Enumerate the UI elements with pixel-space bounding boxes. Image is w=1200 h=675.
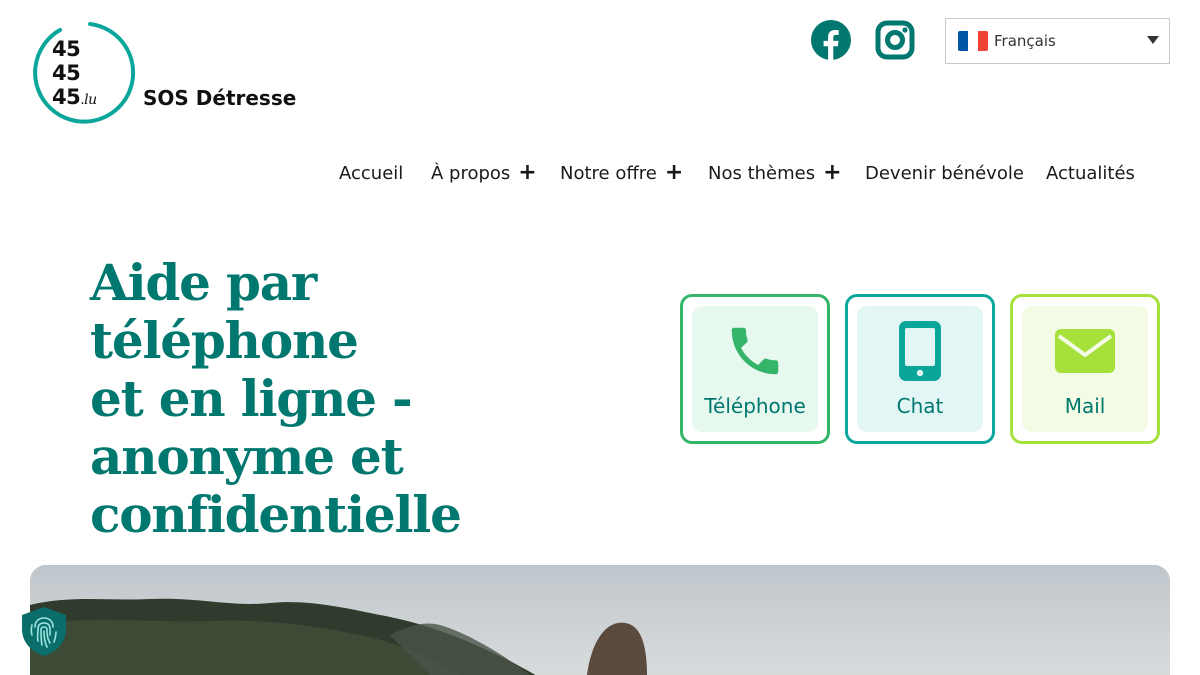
logo-numbers: 45 45 45.lu <box>52 37 97 112</box>
nav-item-actualites[interactable]: Actualités <box>1046 160 1135 186</box>
nav-item-label: À propos <box>431 162 511 184</box>
site-logo[interactable]: 45 45 45.lu SOS Détresse <box>30 20 296 126</box>
caret-down-icon <box>1147 36 1159 44</box>
phone-icon <box>723 319 787 383</box>
telephone-card-label: Téléphone <box>704 394 806 418</box>
nav-item-notre-offre[interactable]: Notre offre + <box>560 160 683 186</box>
chat-card[interactable]: Chat <box>845 294 995 444</box>
telephone-card[interactable]: Téléphone <box>680 294 830 444</box>
plus-icon[interactable]: + <box>518 162 536 184</box>
page-title-line: Aide par téléphone <box>90 253 359 370</box>
plus-icon[interactable]: + <box>665 162 683 184</box>
page-title-line: anonyme et <box>90 427 404 486</box>
page-title: Aide par téléphone et en ligne - anonyme… <box>90 254 560 544</box>
nav-item-nos-themes[interactable]: Nos thèmes + <box>708 160 842 186</box>
logo-number-line: 45.lu <box>52 85 97 109</box>
facebook-icon[interactable] <box>811 20 851 60</box>
logo-name: SOS Détresse <box>143 86 297 110</box>
smartphone-icon <box>888 319 952 383</box>
nav-item-label: Accueil <box>339 162 404 184</box>
chat-card-label: Chat <box>896 394 944 418</box>
nav-item-label: Devenir bénévole <box>865 162 1024 184</box>
plus-icon[interactable]: + <box>823 162 841 184</box>
instagram-icon[interactable] <box>875 20 915 60</box>
nav-item-label: Actualités <box>1046 162 1135 184</box>
language-select[interactable]: Français <box>945 18 1170 64</box>
logo-number-line: 45 <box>52 37 81 61</box>
nav-item-a-propos[interactable]: À propos + <box>431 160 537 186</box>
fingerprint-icon[interactable] <box>19 605 69 657</box>
nav-item-label: Nos thèmes <box>708 162 816 184</box>
france-flag-icon <box>958 31 988 51</box>
mail-card[interactable]: Mail <box>1010 294 1160 444</box>
nav-item-label: Notre offre <box>560 162 657 184</box>
page-title-line: et en ligne - <box>90 369 413 428</box>
logo-number-line: 45 <box>52 61 81 85</box>
nav-item-accueil[interactable]: Accueil <box>339 160 403 186</box>
main-nav: Accueil À propos + Notre offre + Nos thè… <box>0 160 1200 186</box>
language-select-value: Français <box>994 32 1056 50</box>
nav-item-devenir-benevole[interactable]: Devenir bénévole <box>865 160 1024 186</box>
logo-suffix: .lu <box>80 92 97 108</box>
hero-image <box>30 565 1170 675</box>
page-title-line: confidentielle <box>90 485 462 544</box>
envelope-icon <box>1053 319 1117 383</box>
mail-card-label: Mail <box>1064 394 1106 418</box>
